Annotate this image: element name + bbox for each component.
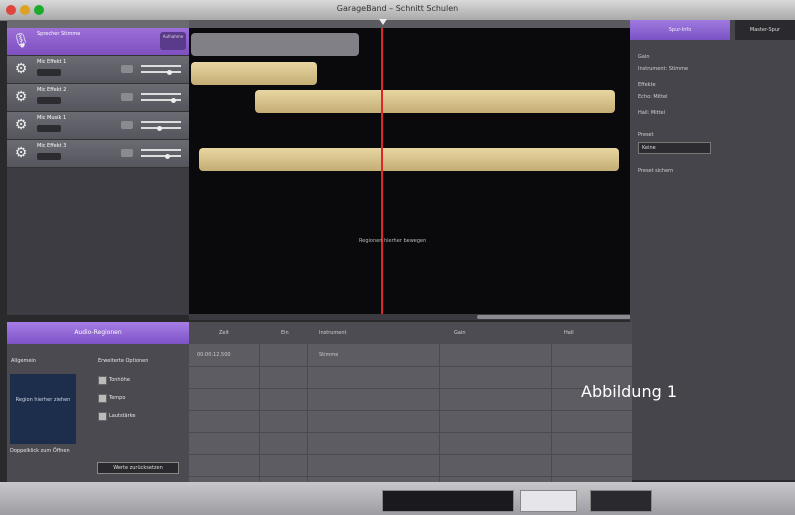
- mute-solo-buttons[interactable]: [37, 153, 61, 160]
- track-header-effect-3[interactable]: ⚙ Mic Effekt 3: [7, 140, 189, 168]
- column-header[interactable]: Instrument: [319, 330, 347, 336]
- dock-item[interactable]: [590, 490, 652, 512]
- track-header-ruler: [7, 20, 189, 28]
- track-header-effect-2[interactable]: ⚙ Mic Effekt 2: [7, 84, 189, 112]
- figure-caption: Abbildung 1: [581, 382, 678, 401]
- track-name: Sprecher Stimme: [37, 31, 81, 37]
- pan-knob[interactable]: [167, 70, 172, 75]
- option-label: Lautstärke: [109, 413, 136, 419]
- track-name: Mic Effekt 2: [37, 87, 67, 93]
- region-drop-area[interactable]: Region hierher ziehen: [10, 374, 76, 444]
- record-button[interactable]: Aufnahme: [160, 32, 186, 50]
- column-header[interactable]: Hall: [564, 330, 574, 336]
- dock-item[interactable]: [520, 490, 577, 512]
- track-header-effect-1[interactable]: ⚙ Mic Effekt 1: [7, 56, 189, 84]
- audio-region[interactable]: [199, 148, 619, 171]
- option-checkbox[interactable]: [98, 376, 107, 385]
- table-row[interactable]: 00:00:12.500 Stimme: [189, 344, 632, 367]
- mute-solo-buttons[interactable]: [37, 97, 61, 104]
- table-row[interactable]: [189, 454, 632, 477]
- pan-knob[interactable]: [171, 98, 176, 103]
- dock: [0, 482, 795, 515]
- inspector-panel: Spur-Info Master-Spur Gain Instrument: S…: [630, 20, 795, 480]
- editor-panel: Audio-Regionen Zeit Ein Instrument Gain …: [7, 322, 632, 482]
- screen: GarageBand – Schnitt Schulen 🎙 Sprecher …: [0, 0, 795, 515]
- timeline-ruler[interactable]: [189, 20, 630, 28]
- track-name: Mic Effekt 1: [37, 59, 67, 65]
- mute-solo-buttons[interactable]: [37, 125, 61, 132]
- table-row[interactable]: [189, 432, 632, 455]
- table-row[interactable]: [189, 410, 632, 433]
- volume-slider[interactable]: [141, 65, 181, 67]
- timeline-area[interactable]: Regionen hierher bewegen: [189, 28, 630, 315]
- tab-master-track[interactable]: Master-Spur: [735, 20, 795, 40]
- track-name: Mic Musik 1: [37, 115, 67, 121]
- playhead-handle[interactable]: [379, 19, 387, 25]
- mute-solo-buttons[interactable]: [37, 69, 61, 76]
- column-header[interactable]: Zeit: [219, 330, 229, 336]
- save-preset-link[interactable]: Preset sichern: [638, 168, 673, 174]
- gear-icon: ⚙: [14, 61, 28, 77]
- table-cell: 00:00:12.500: [197, 352, 231, 358]
- track-list: 🎙 Sprecher Stimme Aufnahme ⚙ Mic Effekt …: [7, 28, 189, 315]
- track-header-voice[interactable]: 🎙 Sprecher Stimme Aufnahme: [7, 28, 189, 56]
- drop-hint: Doppelklick zum Öffnen: [10, 448, 70, 454]
- pan-knob[interactable]: [157, 126, 162, 131]
- tab-track-info[interactable]: Spur-Info: [630, 20, 730, 40]
- pan-knob[interactable]: [165, 154, 170, 159]
- inspector-label: Instrument: Stimme: [638, 66, 689, 72]
- volume-slider[interactable]: [141, 93, 181, 95]
- inspector-label: Gain: [638, 54, 650, 60]
- option-label: Tempo: [109, 395, 126, 401]
- audio-region[interactable]: [191, 33, 359, 56]
- headphones-button[interactable]: [121, 149, 133, 157]
- inspector-label: Effekte: [638, 82, 656, 88]
- column-divider: [307, 344, 308, 482]
- table-row[interactable]: [189, 366, 632, 389]
- microphone-icon: 🎙: [12, 33, 30, 49]
- column-divider: [439, 344, 440, 482]
- headphones-button[interactable]: [121, 93, 133, 101]
- window-title: GarageBand – Schnitt Schulen: [336, 4, 459, 13]
- inspector-label: Hall: Mittel: [638, 110, 665, 116]
- track-header-music-1[interactable]: ⚙ Mic Musik 1: [7, 112, 189, 140]
- tab-audio-regions[interactable]: Audio-Regionen: [7, 322, 189, 344]
- option-label: Tonhöhe: [109, 377, 130, 383]
- column-header[interactable]: Gain: [454, 330, 466, 336]
- editor-column-headers: Zeit Ein Instrument Gain Hall: [189, 322, 632, 344]
- audio-region[interactable]: [191, 62, 317, 85]
- region-table: 00:00:12.500 Stimme: [189, 344, 632, 482]
- options-title: Erweiterte Optionen: [98, 358, 149, 364]
- table-cell: Stimme: [319, 352, 339, 358]
- inspector-label: Echo: Mittel: [638, 94, 668, 100]
- preset-select[interactable]: Keine: [638, 142, 711, 154]
- dock-item[interactable]: [382, 490, 514, 512]
- section-title: Allgemein: [11, 358, 36, 364]
- headphones-button[interactable]: [121, 65, 133, 73]
- volume-slider[interactable]: [141, 149, 181, 151]
- gear-icon: ⚙: [14, 145, 28, 161]
- gear-icon: ⚙: [14, 117, 28, 133]
- track-name: Mic Effekt 3: [37, 143, 67, 149]
- audio-region[interactable]: [255, 90, 615, 113]
- timeline-scrollbar[interactable]: [189, 314, 777, 320]
- title-bar: GarageBand – Schnitt Schulen: [0, 0, 795, 21]
- table-row[interactable]: [189, 388, 632, 411]
- option-checkbox[interactable]: [98, 394, 107, 403]
- column-header[interactable]: Ein: [281, 330, 289, 336]
- column-divider: [259, 344, 260, 482]
- preset-label: Preset: [638, 132, 654, 138]
- pan-slider[interactable]: [141, 155, 181, 157]
- volume-slider[interactable]: [141, 121, 181, 123]
- headphones-button[interactable]: [121, 121, 133, 129]
- pan-slider[interactable]: [141, 71, 181, 73]
- region-options-panel: Allgemein Erweiterte Optionen Region hie…: [7, 344, 189, 482]
- reset-values-button[interactable]: Werte zurücksetzen: [97, 462, 179, 474]
- gear-icon: ⚙: [14, 89, 28, 105]
- playhead-line[interactable]: [381, 28, 383, 315]
- column-divider: [551, 344, 552, 482]
- option-checkbox[interactable]: [98, 412, 107, 421]
- timeline-empty-message: Regionen hierher bewegen: [359, 238, 427, 244]
